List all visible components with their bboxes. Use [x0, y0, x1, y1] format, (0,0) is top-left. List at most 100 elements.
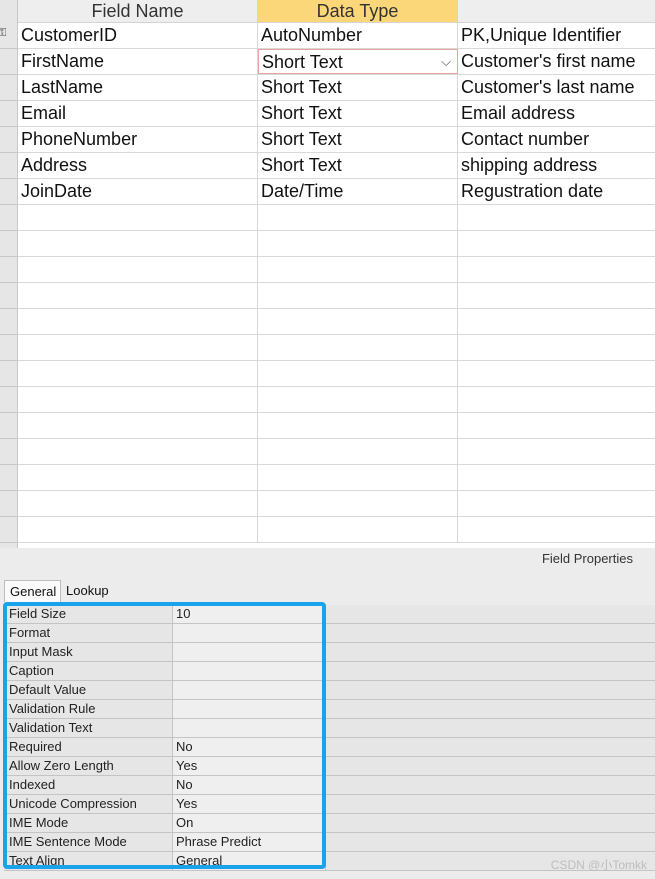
property-value-input[interactable]	[173, 662, 326, 680]
row-selector[interactable]	[0, 517, 17, 543]
row-selector[interactable]	[0, 179, 17, 205]
property-value-input[interactable]: Yes	[173, 757, 326, 775]
field-name-cell[interactable]	[18, 387, 258, 412]
property-row[interactable]: IME Sentence Mode Phrase Predict	[4, 833, 655, 852]
tab-general[interactable]: General	[4, 580, 61, 602]
tab-lookup[interactable]: Lookup	[61, 580, 114, 602]
description-cell[interactable]	[458, 413, 655, 438]
row-selector[interactable]	[0, 101, 17, 127]
row-selector[interactable]	[0, 387, 17, 413]
empty-row[interactable]	[18, 387, 655, 413]
row-selector[interactable]	[0, 75, 17, 101]
property-row[interactable]: Unicode Compression Yes	[4, 795, 655, 814]
description-cell[interactable]: shipping address	[458, 153, 655, 178]
data-type-select[interactable]: Short Text ⌵	[258, 49, 458, 74]
table-row[interactable]: CustomerID AutoNumber PK,Unique Identifi…	[18, 23, 655, 49]
field-name-cell[interactable]	[18, 361, 258, 386]
property-value-input[interactable]: General	[173, 852, 326, 870]
data-type-cell[interactable]: Date/Time	[258, 179, 458, 204]
field-name-cell[interactable]: CustomerID	[18, 23, 258, 48]
property-value-input[interactable]: No	[173, 738, 326, 756]
empty-row[interactable]	[18, 335, 655, 361]
property-value-input[interactable]	[173, 643, 326, 661]
description-cell[interactable]	[458, 205, 655, 230]
row-selector[interactable]	[0, 309, 17, 335]
description-cell[interactable]: Customer's last name	[458, 75, 655, 100]
table-row[interactable]: Email Short Text Email address	[18, 101, 655, 127]
property-row[interactable]: Validation Rule	[4, 700, 655, 719]
property-value-input[interactable]	[173, 681, 326, 699]
description-cell[interactable]	[458, 439, 655, 464]
description-cell[interactable]: Regustration date	[458, 179, 655, 204]
field-name-cell[interactable]: PhoneNumber	[18, 127, 258, 152]
description-cell[interactable]	[458, 257, 655, 282]
field-name-cell[interactable]: Address	[18, 153, 258, 178]
row-selector[interactable]	[0, 283, 17, 309]
property-row[interactable]: Indexed No	[4, 776, 655, 795]
row-selector[interactable]	[0, 361, 17, 387]
data-type-cell[interactable]	[258, 283, 458, 308]
row-selector[interactable]	[0, 491, 17, 517]
table-row[interactable]: JoinDate Date/Time Regustration date	[18, 179, 655, 205]
row-selector[interactable]	[0, 205, 17, 231]
description-cell[interactable]: Contact number	[458, 127, 655, 152]
property-row[interactable]: Format	[4, 624, 655, 643]
empty-row[interactable]	[18, 257, 655, 283]
description-cell[interactable]	[458, 465, 655, 490]
data-type-cell[interactable]: Short Text	[258, 75, 458, 100]
empty-row[interactable]	[18, 309, 655, 335]
data-type-cell[interactable]	[258, 205, 458, 230]
property-value-input[interactable]	[173, 624, 326, 642]
row-selector[interactable]	[0, 465, 17, 491]
description-cell[interactable]	[458, 283, 655, 308]
field-name-cell[interactable]	[18, 309, 258, 334]
field-name-cell[interactable]	[18, 465, 258, 490]
row-selector[interactable]	[0, 231, 17, 257]
field-name-cell[interactable]	[18, 491, 258, 516]
data-type-cell[interactable]	[258, 257, 458, 282]
field-name-cell[interactable]: LastName	[18, 75, 258, 100]
data-type-cell[interactable]	[258, 361, 458, 386]
row-selector[interactable]	[0, 127, 17, 153]
property-value-input[interactable]: Yes	[173, 795, 326, 813]
property-row[interactable]: IME Mode On	[4, 814, 655, 833]
table-row[interactable]: Address Short Text shipping address	[18, 153, 655, 179]
field-name-cell[interactable]	[18, 335, 258, 360]
field-name-cell[interactable]: Email	[18, 101, 258, 126]
property-value-input[interactable]	[173, 700, 326, 718]
field-name-cell[interactable]: JoinDate	[18, 179, 258, 204]
row-selector[interactable]	[0, 413, 17, 439]
field-name-cell[interactable]	[18, 231, 258, 256]
field-name-cell[interactable]: FirstName	[18, 49, 258, 74]
description-cell[interactable]	[458, 231, 655, 256]
description-cell[interactable]: Email address	[458, 101, 655, 126]
property-row[interactable]: Default Value	[4, 681, 655, 700]
field-name-cell[interactable]	[18, 517, 258, 542]
data-type-cell[interactable]	[258, 387, 458, 412]
field-name-cell[interactable]	[18, 283, 258, 308]
property-value-input[interactable]: No	[173, 776, 326, 794]
chevron-down-icon[interactable]: ⌵	[437, 53, 455, 71]
data-type-cell[interactable]	[258, 335, 458, 360]
description-cell[interactable]: PK,Unique Identifier	[458, 23, 655, 48]
column-header-data-type[interactable]: Data Type	[258, 0, 458, 23]
description-cell[interactable]	[458, 309, 655, 334]
row-selector[interactable]	[0, 49, 17, 75]
empty-row[interactable]	[18, 465, 655, 491]
property-value-input[interactable]	[173, 719, 326, 737]
property-row[interactable]: Field Size 10	[4, 605, 655, 624]
data-type-cell[interactable]	[258, 231, 458, 256]
row-selector[interactable]: ⚿	[0, 23, 17, 49]
data-type-cell[interactable]	[258, 309, 458, 334]
property-row[interactable]: Validation Text	[4, 719, 655, 738]
empty-row[interactable]	[18, 517, 655, 543]
property-row[interactable]: Allow Zero Length Yes	[4, 757, 655, 776]
property-value-input[interactable]: Phrase Predict	[173, 833, 326, 851]
field-name-cell[interactable]	[18, 205, 258, 230]
description-cell[interactable]	[458, 361, 655, 386]
field-name-cell[interactable]	[18, 413, 258, 438]
empty-row[interactable]	[18, 439, 655, 465]
property-value-input[interactable]: 10	[173, 605, 326, 623]
empty-row[interactable]	[18, 283, 655, 309]
property-row[interactable]: Caption	[4, 662, 655, 681]
